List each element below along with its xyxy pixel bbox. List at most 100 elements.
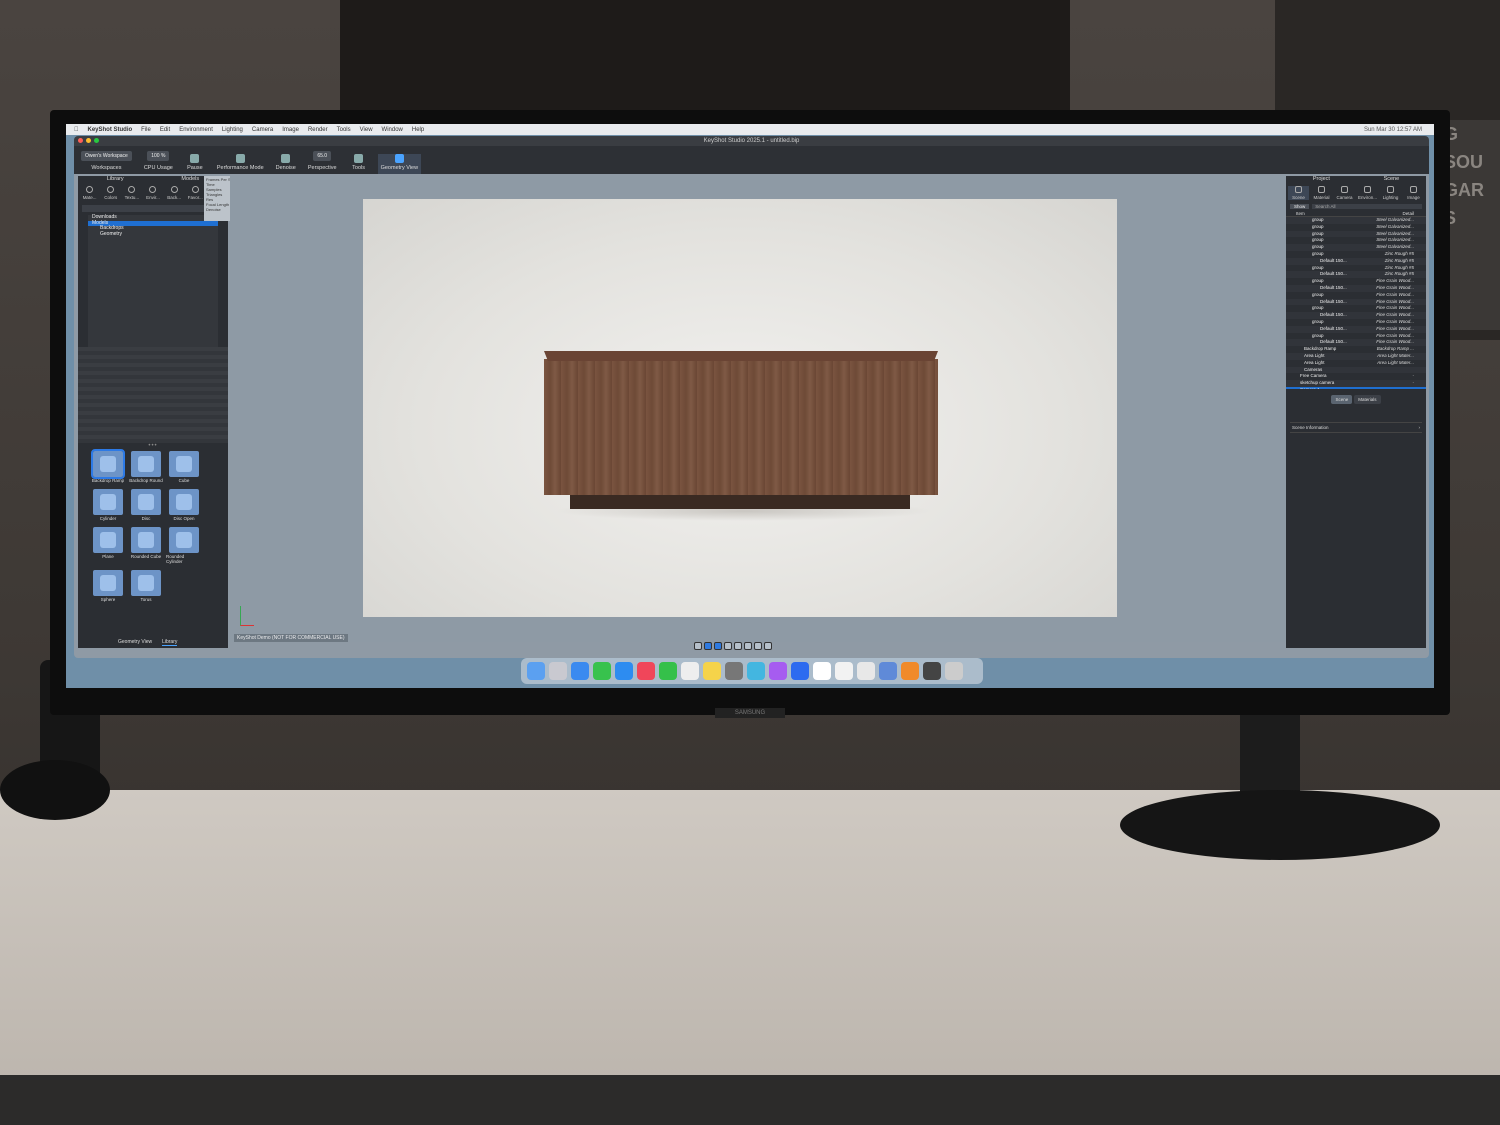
- library-title[interactable]: Library: [107, 176, 124, 184]
- model-thumbnail[interactable]: Backdrop Round: [128, 451, 164, 483]
- scene-tree-row[interactable]: sketchup camera -: [1286, 380, 1426, 387]
- menu-tools[interactable]: Tools: [337, 127, 351, 133]
- real-time-viewport[interactable]: KeyShot Demo (NOT FOR COMMERCIAL USE): [230, 176, 1361, 642]
- model-thumbnail[interactable]: Torus: [128, 570, 164, 602]
- dock-app-icon[interactable]: [527, 662, 545, 680]
- tree-item[interactable]: Geometry: [88, 231, 218, 238]
- scene-tree-row[interactable]: group Steel Galvanized...: [1286, 230, 1426, 238]
- scene-tree-row[interactable]: Free Camera -: [1286, 373, 1426, 380]
- project-tab[interactable]: Lighting: [1380, 186, 1401, 200]
- dock-app-icon[interactable]: [549, 662, 567, 680]
- mode-icon-4[interactable]: [724, 642, 732, 650]
- dock-app-icon[interactable]: [703, 662, 721, 680]
- model-thumbnail[interactable]: Disc: [128, 489, 164, 521]
- model-thumbnail[interactable]: Disc Open: [166, 489, 202, 521]
- scene-tree-row[interactable]: group Steel Galvanized...: [1286, 237, 1426, 244]
- model-thumbnail[interactable]: Plane: [90, 527, 126, 564]
- scene-tree-row[interactable]: Camera 1 -: [1286, 386, 1426, 389]
- workspaces-control[interactable]: Owen's Workspace Workspaces: [78, 151, 135, 174]
- dock-app-icon[interactable]: [901, 662, 919, 680]
- project-title[interactable]: Project: [1313, 176, 1330, 184]
- scene-tree-row[interactable]: group Zinc Rough #5: [1286, 265, 1426, 272]
- scene-tree-row[interactable]: Area Light Area Light Mater...: [1286, 360, 1426, 367]
- model-thumbnail[interactable]: Rounded Cylinder: [166, 527, 202, 564]
- dock-app-icon[interactable]: [879, 662, 897, 680]
- mode-icon-8[interactable]: [764, 642, 772, 650]
- cpu-dropdown[interactable]: 100 %: [147, 151, 170, 161]
- render-frame[interactable]: [363, 199, 1117, 617]
- subtab-scene[interactable]: Scene: [1331, 395, 1353, 404]
- panel-splitter[interactable]: •••: [78, 443, 228, 451]
- performance-mode-button[interactable]: Performance Mode: [214, 154, 267, 174]
- close-icon[interactable]: [78, 138, 83, 143]
- scene-tree-row[interactable]: group Fine Grain Wood...: [1286, 305, 1426, 312]
- dock-app-icon[interactable]: [813, 662, 831, 680]
- pause-button[interactable]: Pause: [182, 154, 208, 174]
- project-tab[interactable]: Image: [1403, 186, 1424, 200]
- menu-lighting[interactable]: Lighting: [222, 127, 243, 133]
- dock-app-icon[interactable]: [857, 662, 875, 680]
- project-tab[interactable]: Camera: [1334, 186, 1355, 200]
- menu-help[interactable]: Help: [412, 127, 424, 133]
- geometry-view-button[interactable]: Geometry View: [377, 154, 422, 174]
- dock-app-icon[interactable]: [681, 662, 699, 680]
- library-tab[interactable]: Envir...: [143, 186, 162, 200]
- menubar-clock[interactable]: Sun Mar 30 12:57 AM: [1364, 127, 1422, 133]
- apple-icon[interactable]: : [74, 127, 79, 133]
- scene-tree-row[interactable]: Default 150... Fine Grain Wood...: [1286, 312, 1426, 319]
- scene-tree-row[interactable]: group Steel Galvanized...: [1286, 224, 1426, 231]
- column-item[interactable]: Item: [1296, 211, 1305, 216]
- library-tab[interactable]: Mate...: [80, 186, 99, 200]
- menu-render[interactable]: Render: [308, 127, 328, 133]
- footer-tab-library[interactable]: Library: [162, 639, 178, 646]
- mode-icon-3[interactable]: [714, 642, 722, 650]
- dock-app-icon[interactable]: [659, 662, 677, 680]
- dock-app-icon[interactable]: [593, 662, 611, 680]
- project-tab[interactable]: Material: [1311, 186, 1332, 200]
- scene-search-input[interactable]: Search All: [1312, 204, 1422, 209]
- mode-icon-6[interactable]: [744, 642, 752, 650]
- footer-tab-geometry-view[interactable]: Geometry View: [118, 639, 152, 646]
- dock-app-icon[interactable]: [725, 662, 743, 680]
- menu-window[interactable]: Window: [382, 127, 403, 133]
- zoom-icon[interactable]: [94, 138, 99, 143]
- dock-app-icon[interactable]: [945, 662, 963, 680]
- menu-image[interactable]: Image: [282, 127, 299, 133]
- scene-tree-row[interactable]: group Fine Grain Wood...: [1286, 292, 1426, 299]
- scene-tree-row[interactable]: Default 150... Fine Grain Wood...: [1286, 325, 1426, 333]
- mode-icon-5[interactable]: [734, 642, 742, 650]
- dock-app-icon[interactable]: [571, 662, 589, 680]
- scene-tree-row[interactable]: group Fine Grain Wood...: [1286, 278, 1426, 285]
- model-thumbnail[interactable]: Rounded Cube: [128, 527, 164, 564]
- scene-tree-row[interactable]: Backdrop Ramp Backdrop Ramp ...: [1286, 346, 1426, 353]
- scene-tree-row[interactable]: Default 150... Fine Grain Wood...: [1286, 339, 1426, 347]
- dock-app-icon[interactable]: [637, 662, 655, 680]
- menu-environment[interactable]: Environment: [179, 127, 213, 133]
- scene-information-row[interactable]: Scene Information ›: [1290, 422, 1422, 433]
- model-thumbnail[interactable]: Cube: [166, 451, 202, 483]
- library-tab[interactable]: Back...: [165, 186, 184, 200]
- dock-app-icon[interactable]: [835, 662, 853, 680]
- denoise-button[interactable]: Denoise: [273, 154, 299, 174]
- dock-app-icon[interactable]: [769, 662, 787, 680]
- menu-camera[interactable]: Camera: [252, 127, 273, 133]
- workspace-dropdown[interactable]: Owen's Workspace: [81, 151, 132, 161]
- dock-app-icon[interactable]: [615, 662, 633, 680]
- scene-tree-row[interactable]: Default 150... Fine Grain Wood...: [1286, 284, 1426, 292]
- show-dropdown[interactable]: Show: [1290, 204, 1310, 209]
- library-tab[interactable]: Favor...: [186, 186, 205, 200]
- column-detail[interactable]: Detail: [1402, 211, 1414, 216]
- subtab-materials[interactable]: Materials: [1354, 395, 1381, 404]
- model-thumbnail[interactable]: Backdrop Ramp: [90, 449, 126, 483]
- menu-file[interactable]: File: [141, 127, 151, 133]
- library-tab[interactable]: Colors: [101, 186, 120, 200]
- perspective-control[interactable]: 65.0 Perspective: [305, 151, 340, 174]
- scene-tree-row[interactable]: Default 150... Fine Grain Wood...: [1286, 298, 1426, 306]
- project-tab[interactable]: Environ...: [1357, 186, 1378, 200]
- project-tab[interactable]: Scene: [1288, 186, 1309, 200]
- mode-icon-1[interactable]: [694, 642, 702, 650]
- library-tab[interactable]: Textu...: [122, 186, 141, 200]
- model-thumbnail[interactable]: Sphere: [90, 570, 126, 602]
- model-thumbnail[interactable]: Cylinder: [90, 489, 126, 521]
- dock-app-icon[interactable]: [747, 662, 765, 680]
